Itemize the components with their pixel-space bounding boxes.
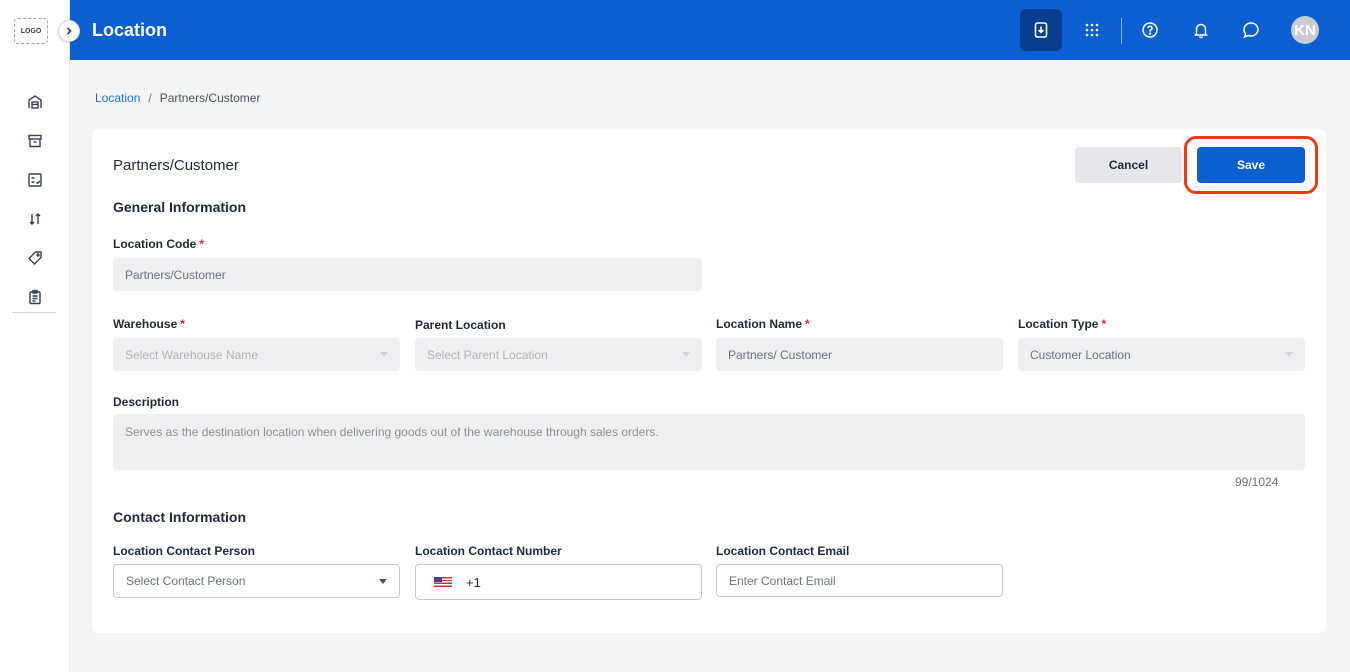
bell-icon [1194,23,1208,39]
location-type-select-value: Customer Location [1030,347,1131,362]
sidebar-nav [0,82,70,316]
save-button[interactable]: Save [1197,147,1305,183]
cancel-button[interactable]: Cancel [1075,147,1182,183]
form-card: Partners/Customer Cancel Save General In… [92,129,1326,633]
description-textarea[interactable]: Serves as the destination location when … [113,414,1305,470]
location-type-select[interactable]: Customer Location [1018,338,1305,371]
sidebar-item-sort[interactable] [0,199,70,238]
sidebar-item-archive[interactable] [0,121,70,160]
contact-number-value: +1 [466,574,481,590]
archive-box-icon [28,134,42,147]
warehouse-select-placeholder: Select Warehouse Name [125,347,258,362]
chevron-down-icon [379,579,387,584]
warehouse-icon [28,94,42,109]
contact-email-label: Location Contact Email [716,544,850,558]
required-marker: * [1101,317,1107,331]
tag-icon [28,250,42,265]
location-name-label: Location Name * [716,317,810,331]
location-name-input[interactable]: Partners/ Customer [716,338,1003,371]
sidebar-item-checklist[interactable] [0,160,70,199]
sidebar-divider [12,312,56,313]
chevron-down-icon [682,352,690,357]
general-information-heading: General Information [113,199,247,215]
location-code-input[interactable]: Partners/Customer [113,258,702,291]
sidebar-item-reports[interactable] [0,277,70,316]
sidebar-expand-button[interactable] [58,20,80,42]
location-code-label: Location Code * [113,237,204,251]
parent-location-select[interactable]: Select Parent Location [415,338,702,371]
parent-location-label: Parent Location [415,318,506,332]
contact-person-select-placeholder: Select Contact Person [126,574,246,588]
breadcrumb-separator: / [148,91,152,105]
logo: LOGO [14,18,48,44]
contact-information-heading: Contact Information [113,509,246,525]
sidebar: LOGO [0,0,70,672]
location-name-label-text: Location Name [716,317,803,331]
chat-button[interactable] [1230,9,1272,51]
sort-arrows-icon [29,212,41,225]
contact-email-input[interactable]: Enter Contact Email [716,564,1003,597]
clipboard-icon [29,289,41,304]
required-marker: * [180,317,185,331]
page-title: Location [92,20,167,40]
location-type-label-text: Location Type [1018,317,1099,331]
header-separator [1121,18,1122,44]
warehouse-label: Warehouse * [113,317,185,331]
apps-grid-icon [1085,23,1099,37]
sidebar-item-tags[interactable] [0,238,70,277]
user-avatar[interactable]: KN [1291,16,1319,44]
description-char-counter: 99/1024 [1235,475,1279,489]
help-button[interactable] [1129,9,1171,51]
checklist-icon [28,172,42,187]
sidebar-item-warehouse[interactable] [0,82,70,121]
breadcrumb-location-link[interactable]: Location [95,91,140,105]
apps-grid-button[interactable] [1071,9,1113,51]
us-flag-icon[interactable] [434,577,452,587]
warehouse-label-text: Warehouse [113,317,178,331]
location-type-label: Location Type * [1018,317,1106,331]
top-header: Location KN [70,0,1350,60]
required-marker: * [199,237,205,251]
location-code-label-text: Location Code [113,237,197,251]
chevron-down-icon [1285,352,1293,357]
help-icon [1142,22,1158,38]
parent-location-select-placeholder: Select Parent Location [427,347,548,362]
breadcrumb: Location / Partners/Customer [95,91,260,105]
download-button[interactable] [1020,9,1062,51]
contact-number-label: Location Contact Number [415,544,562,558]
contact-person-label: Location Contact Person [113,544,256,558]
contact-number-input[interactable]: +1 [415,564,702,600]
chevron-down-icon [380,352,388,357]
chat-icon [1243,22,1259,39]
notifications-button[interactable] [1180,9,1222,51]
description-label: Description [113,395,180,409]
contact-person-select[interactable]: Select Contact Person [113,564,400,598]
warehouse-select[interactable]: Select Warehouse Name [113,338,400,371]
chevron-right-icon [66,27,72,35]
required-marker: * [805,317,810,331]
download-icon [1034,22,1048,38]
breadcrumb-current: Partners/Customer [159,91,261,105]
form-title: Partners/Customer [113,157,239,174]
